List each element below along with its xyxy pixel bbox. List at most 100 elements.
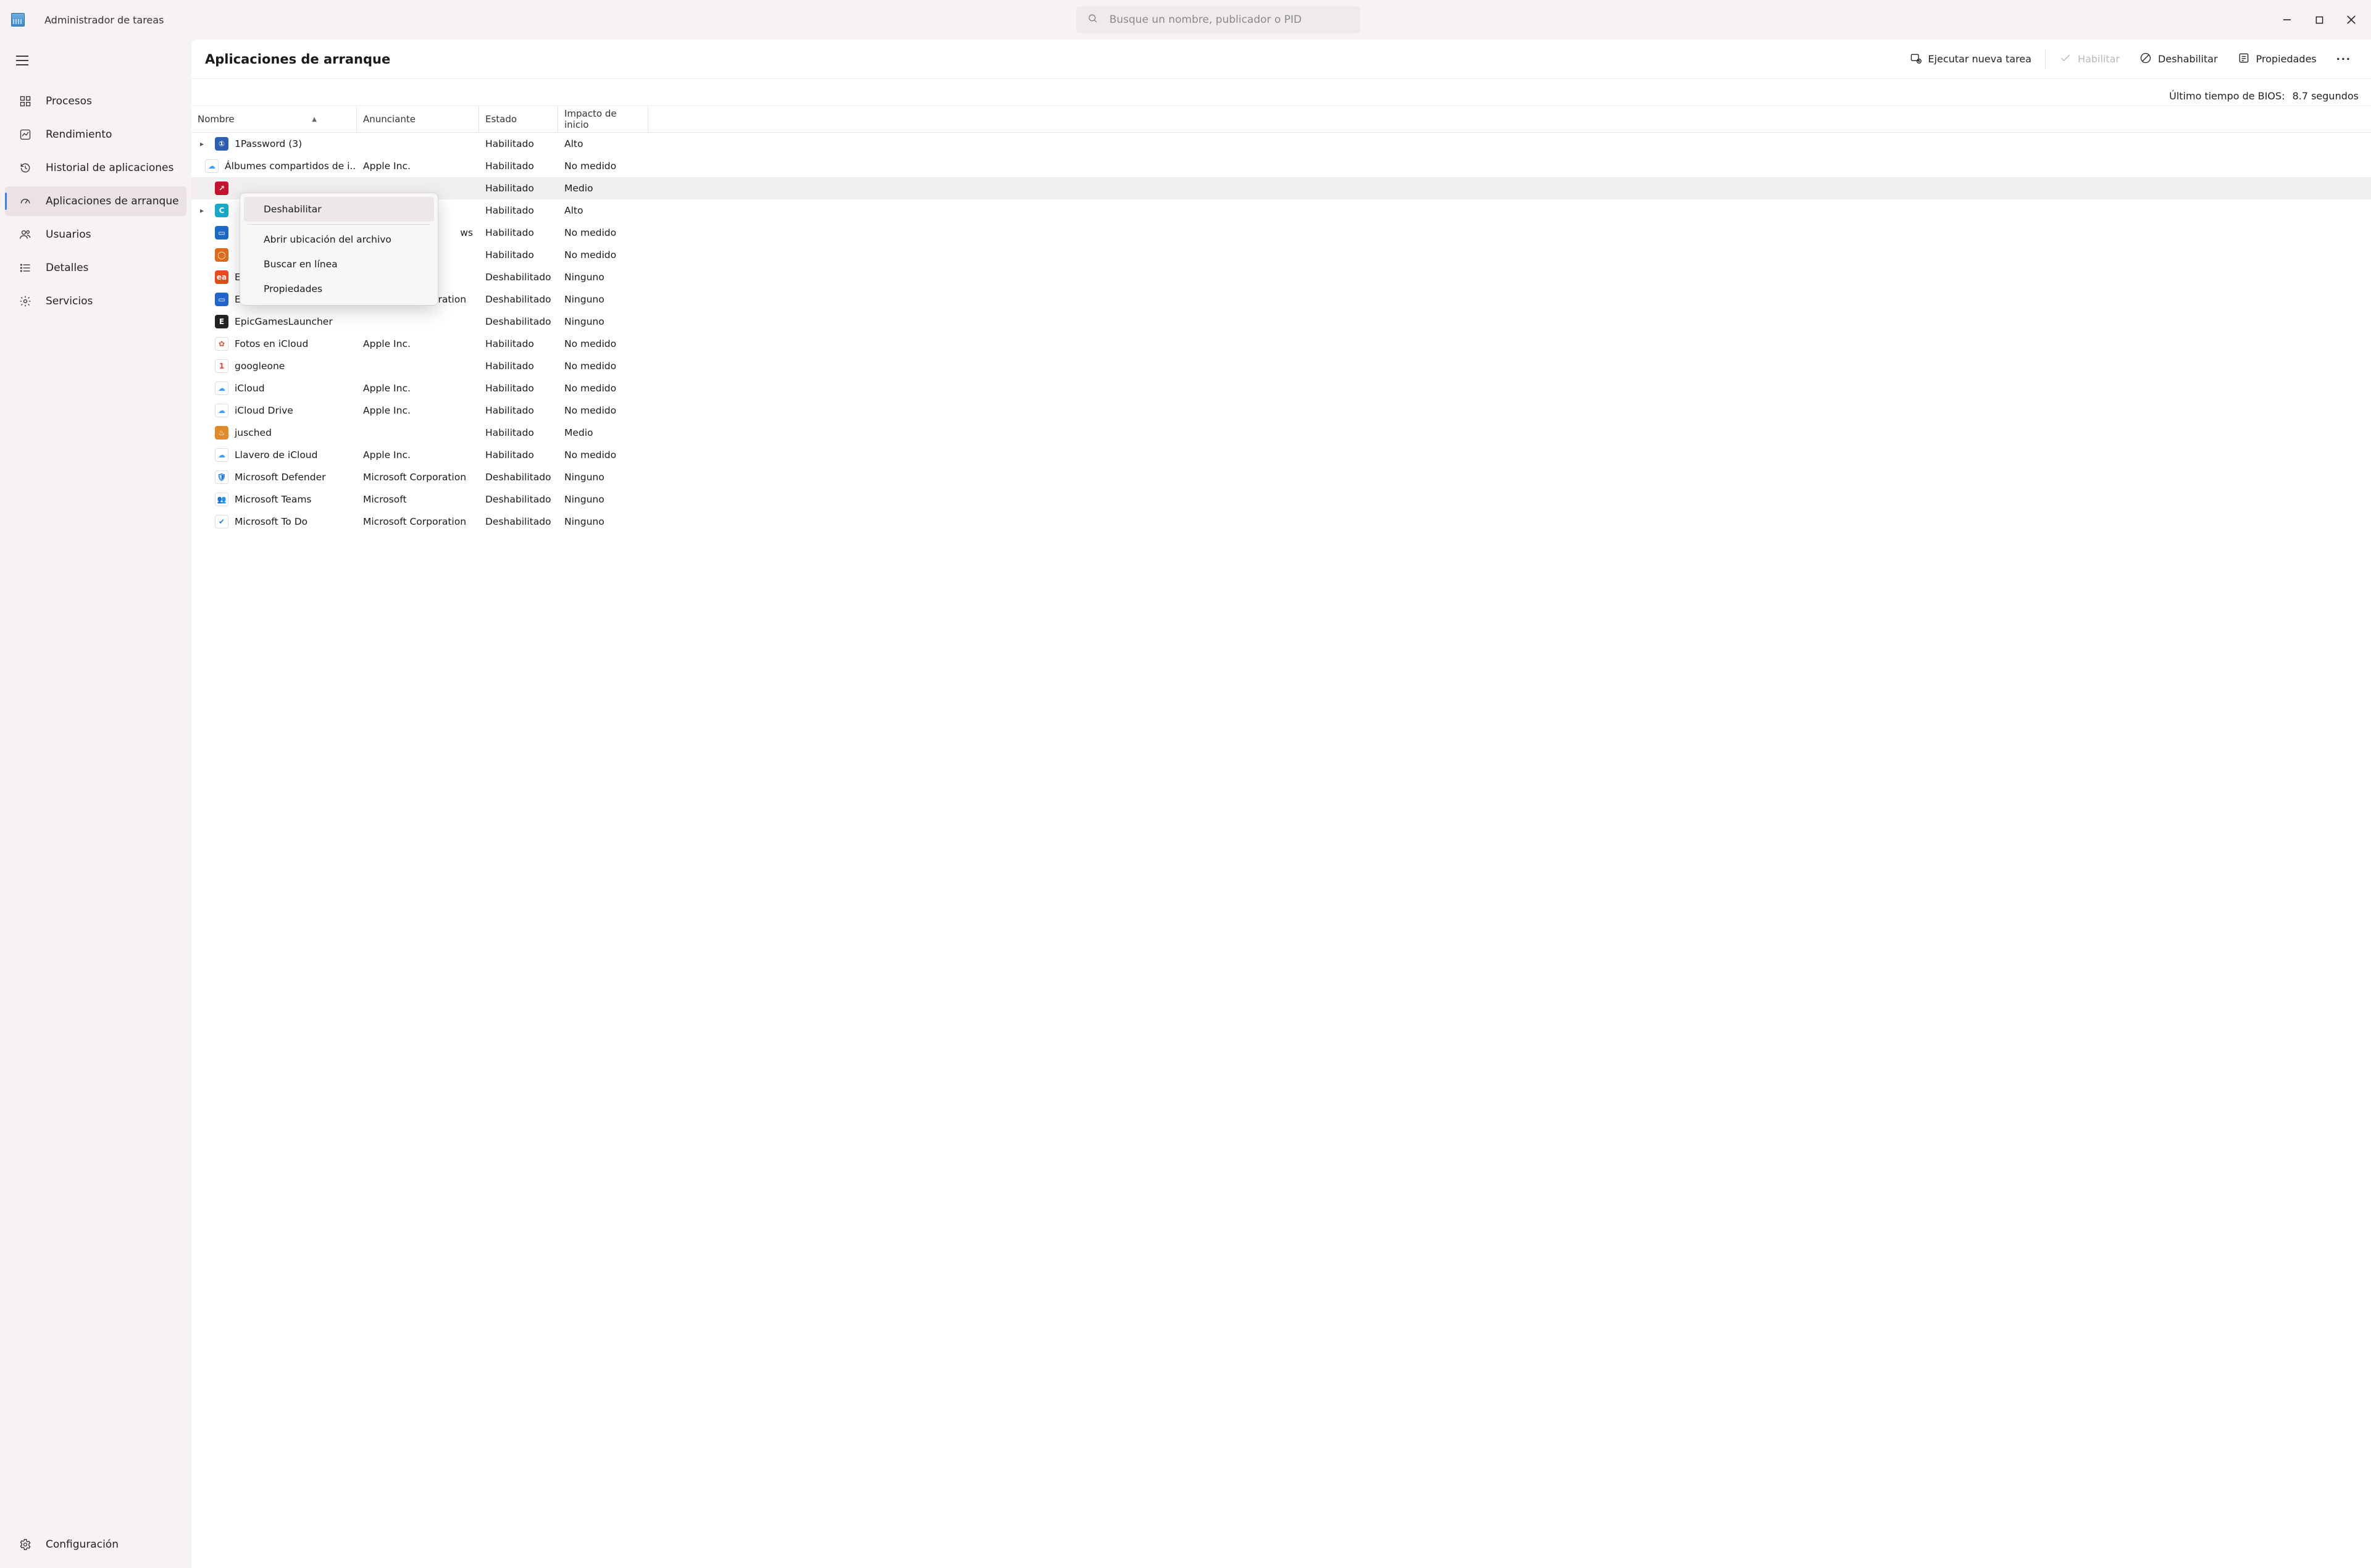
nav-settings[interactable]: Configuración — [5, 1530, 186, 1559]
table-row[interactable]: ▸EEpicGamesLauncherDeshabilitadoNinguno — [191, 311, 2371, 333]
row-name: jusched — [235, 427, 272, 438]
table-row[interactable]: ▸🛡Microsoft DefenderMicrosoft Corporatio… — [191, 466, 2371, 488]
table-row[interactable]: ▸✔Microsoft To DoMicrosoft CorporationDe… — [191, 511, 2371, 533]
row-publisher: Microsoft Corporation — [357, 472, 479, 483]
nav-users[interactable]: Usuarios — [5, 220, 186, 249]
nav-startup-apps[interactable]: Aplicaciones de arranque — [5, 186, 186, 216]
table-row[interactable]: ▸①1Password (3)HabilitadoAlto — [191, 133, 2371, 155]
col-status[interactable]: Estado — [479, 106, 558, 132]
close-button[interactable] — [2336, 7, 2366, 32]
startup-table: Nombre ▲ Anunciante Estado Impacto de in… — [191, 106, 2371, 1568]
table-row[interactable]: ▸eaEALauncherDeshabilitadoNinguno — [191, 266, 2371, 288]
table-row[interactable]: ▸✿Fotos en iCloudApple Inc.HabilitadoNo … — [191, 333, 2371, 355]
col-label: Impacto de inicio — [564, 108, 642, 130]
row-status: Habilitado — [479, 161, 558, 172]
sort-asc-icon: ▲ — [312, 116, 317, 123]
bios-time-row: Último tiempo de BIOS: 8.7 segundos — [191, 79, 2371, 106]
table-row[interactable]: ▸☁Llavero de iCloudApple Inc.HabilitadoN… — [191, 444, 2371, 466]
app-row-icon: ☁ — [205, 159, 219, 173]
properties-button[interactable]: Propiedades — [2229, 47, 2325, 72]
row-status: Habilitado — [479, 338, 558, 349]
users-icon — [19, 228, 32, 241]
app-row-icon: E — [215, 315, 228, 328]
nav-processes[interactable]: Procesos — [5, 86, 186, 116]
table-row[interactable]: ▸☁iCloudApple Inc.HabilitadoNo medido — [191, 377, 2371, 399]
context-menu-separator — [248, 224, 430, 225]
row-impact: No medido — [558, 449, 648, 461]
col-publisher[interactable]: Anunciante — [357, 106, 479, 132]
row-impact: No medido — [558, 361, 648, 372]
table-row[interactable]: ▸▭Enlace MóvilMicrosoft CorporationDesha… — [191, 288, 2371, 311]
app-row-icon: ▭ — [215, 293, 228, 306]
app-row-icon: ✔ — [215, 515, 228, 528]
window-controls — [2272, 7, 2366, 32]
col-impact[interactable]: Impacto de inicio — [558, 106, 648, 132]
table-row[interactable]: ▸↗HabilitadoMedio — [191, 177, 2371, 199]
check-icon — [2059, 52, 2072, 67]
col-label: Anunciante — [363, 114, 416, 125]
row-impact: No medido — [558, 227, 648, 238]
table-body[interactable]: ▸①1Password (3)HabilitadoAlto▸☁Álbumes c… — [191, 133, 2371, 533]
table-row[interactable]: ▸☁iCloud DriveApple Inc.HabilitadoNo med… — [191, 399, 2371, 422]
context-menu[interactable]: Deshabilitar Abrir ubicación del archivoB… — [240, 193, 438, 306]
button-label: Deshabilitar — [2158, 53, 2218, 65]
nav-label: Aplicaciones de arranque — [46, 195, 179, 207]
app-row-icon: ◯ — [215, 248, 228, 262]
chart-icon — [19, 128, 32, 141]
context-menu-item[interactable]: Abrir ubicación del archivo — [244, 227, 434, 252]
expand-icon[interactable]: ▸ — [195, 140, 209, 148]
row-impact: Ninguno — [558, 472, 648, 483]
nav-app-history[interactable]: Historial de aplicaciones — [5, 153, 186, 183]
search-input[interactable] — [1110, 14, 1349, 26]
nav-performance[interactable]: Rendimiento — [5, 120, 186, 149]
context-menu-item[interactable]: Propiedades — [244, 277, 434, 301]
table-row[interactable]: ▸1googleoneHabilitadoNo medido — [191, 355, 2371, 377]
search-box[interactable] — [1076, 6, 1360, 33]
table-row[interactable]: ▸◯HabilitadoNo medido — [191, 244, 2371, 266]
name-cell: ▸☁iCloud Drive — [191, 404, 357, 417]
expand-icon[interactable]: ▸ — [195, 206, 209, 215]
bios-value: 8.7 segundos — [2293, 90, 2359, 102]
app-row-icon: 1 — [215, 359, 228, 373]
app-row-icon: ✿ — [215, 337, 228, 351]
row-publisher: Apple Inc. — [357, 383, 479, 394]
row-status: Deshabilitado — [479, 516, 558, 527]
table-row[interactable]: ▸♨juschedHabilitadoMedio — [191, 422, 2371, 444]
row-impact: Alto — [558, 138, 648, 149]
app-row-icon: ☁ — [215, 448, 228, 462]
button-label: Habilitar — [2078, 53, 2120, 65]
context-menu-item[interactable]: Deshabilitar — [244, 197, 434, 222]
context-menu-item[interactable]: Buscar en línea — [244, 252, 434, 277]
row-status: Habilitado — [479, 405, 558, 416]
table-row[interactable]: ▸CHabilitadoAlto — [191, 199, 2371, 222]
table-row[interactable]: ▸☁Álbumes compartidos de i...Apple Inc.H… — [191, 155, 2371, 177]
name-cell: ▸1googleone — [191, 359, 357, 373]
row-name: Microsoft To Do — [235, 516, 307, 527]
minimize-button[interactable] — [2272, 7, 2302, 32]
app-row-icon: ▭ — [215, 226, 228, 240]
app-row-icon: ☁ — [215, 382, 228, 395]
gear-icon — [19, 294, 32, 308]
row-name: 1Password (3) — [235, 138, 302, 149]
title-bar-center — [176, 6, 2260, 33]
title-bar: Administrador de tareas — [0, 0, 2371, 40]
nav-details[interactable]: Detalles — [5, 253, 186, 283]
disable-button[interactable]: Deshabilitar — [2131, 47, 2227, 72]
more-button[interactable]: ··· — [2328, 48, 2360, 70]
row-name: Microsoft Defender — [235, 472, 326, 483]
app-row-icon: ea — [215, 270, 228, 284]
settings-icon — [19, 1538, 32, 1551]
search-icon — [1087, 13, 1098, 27]
maximize-button[interactable] — [2304, 7, 2334, 32]
hamburger-button[interactable] — [7, 46, 37, 75]
run-new-task-button[interactable]: Ejecutar nueva tarea — [1901, 47, 2041, 72]
name-cell: ▸☁iCloud — [191, 382, 357, 395]
app-row-icon: C — [215, 204, 228, 217]
table-row[interactable]: ▸👥Microsoft TeamsMicrosoftDeshabilitadoN… — [191, 488, 2371, 511]
nav-services[interactable]: Servicios — [5, 286, 186, 316]
nav-label: Historial de aplicaciones — [46, 162, 174, 174]
row-impact: No medido — [558, 338, 648, 349]
name-cell: ▸☁Álbumes compartidos de i... — [191, 159, 357, 173]
col-name[interactable]: Nombre ▲ — [191, 106, 357, 132]
table-row[interactable]: ▸▭wsHabilitadoNo medido — [191, 222, 2371, 244]
